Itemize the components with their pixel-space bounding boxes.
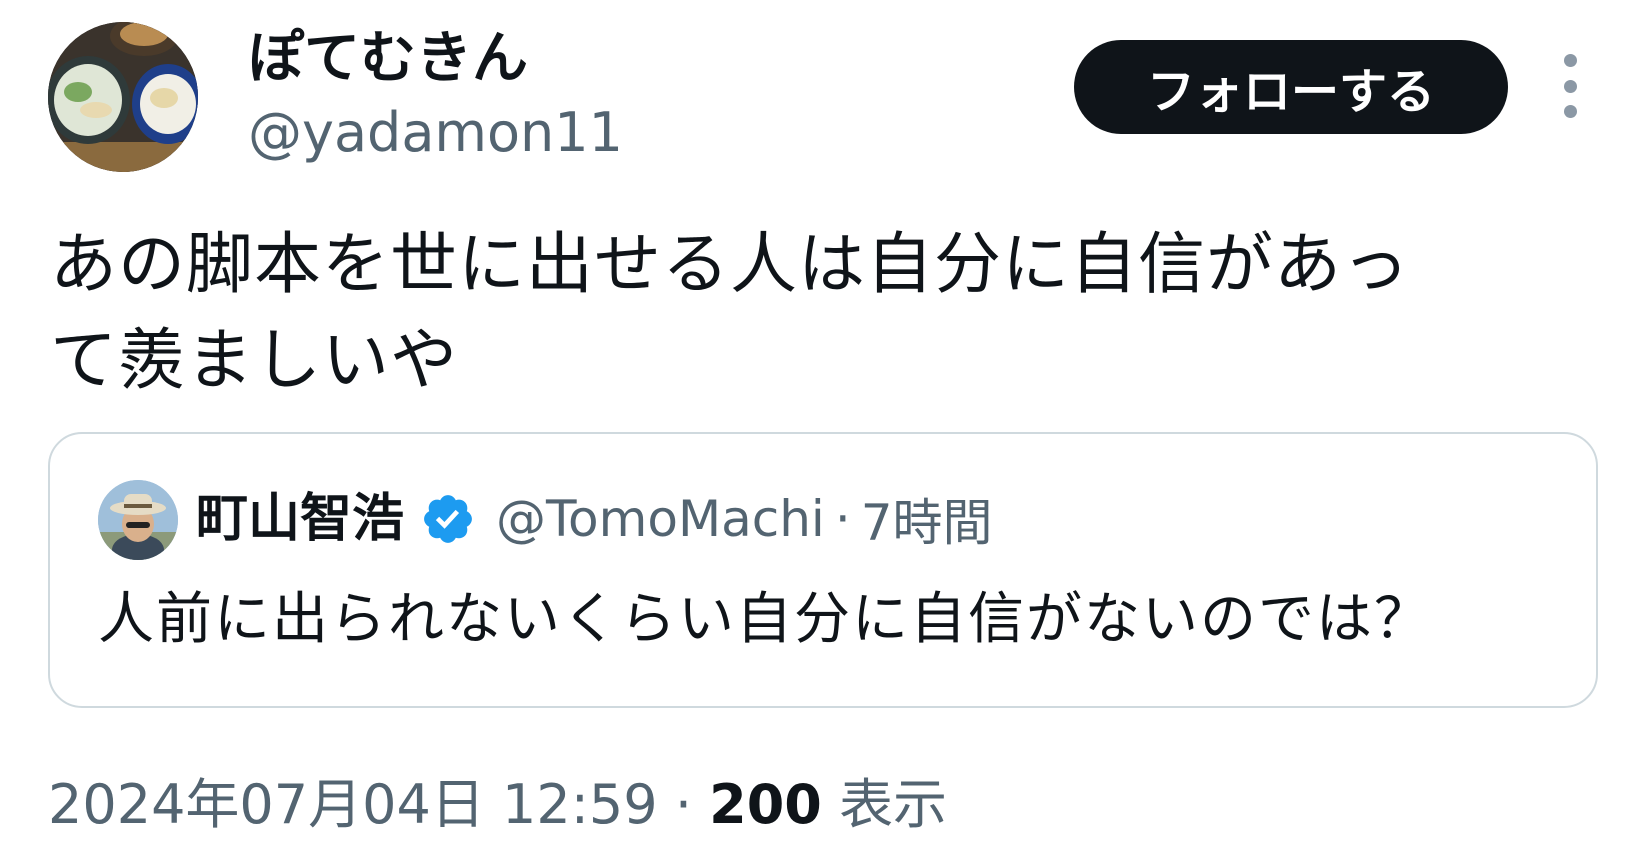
quoted-author-name[interactable]: 町山智浩 <box>196 484 404 554</box>
more-vertical-icon-dot <box>1563 79 1577 93</box>
tweet-meta: 2024年07月04日 12:59 · 200 表示 <box>48 770 947 840</box>
follow-button[interactable]: フォローする <box>1074 40 1508 134</box>
quoted-tweet-card[interactable]: 町山智浩 @TomoMachi · 7時間 人前に出られないくらい自分に自信がな… <box>48 432 1598 708</box>
separator-dot: · <box>834 490 851 548</box>
person-with-hat-avatar-icon <box>98 480 178 560</box>
tweet: ぽてむきん @yadamon11 フォローする あの脚本を世に出せる人は自分に自… <box>0 0 1644 865</box>
quoted-tweet-header: 町山智浩 @TomoMachi · 7時間 <box>196 484 993 554</box>
more-vertical-icon-dot <box>1563 105 1577 118</box>
views-label: 表示 <box>839 773 948 836</box>
quoted-author-avatar[interactable] <box>98 480 178 560</box>
views-count: 200 <box>709 773 822 836</box>
tweet-datetime[interactable]: 2024年07月04日 12:59 <box>48 773 658 836</box>
tweet-text: あの脚本を世に出せる人は自分に自信があっ て羨ましいや <box>50 216 1570 408</box>
author-avatar[interactable] <box>48 22 198 172</box>
verified-badge-icon <box>424 495 472 543</box>
more-options-button[interactable] <box>1552 54 1588 118</box>
separator-dot: · <box>674 773 692 836</box>
author-handle[interactable]: @yadamon11 <box>248 100 623 166</box>
quoted-author-handle[interactable]: @TomoMachi <box>496 484 825 554</box>
author-display-name[interactable]: ぽてむきん <box>248 24 528 94</box>
quoted-tweet-text: 人前に出られないくらい自分に自信がないのでは？ <box>98 587 1432 652</box>
food-plates-avatar-icon <box>48 22 198 172</box>
tweet-text-line-2: て羨ましいや <box>50 321 458 399</box>
tweet-text-line-1: あの脚本を世に出せる人は自分に自信があっ <box>50 225 1410 303</box>
more-vertical-icon <box>1563 54 1577 67</box>
quoted-tweet-time[interactable]: 7時間 <box>861 483 993 555</box>
